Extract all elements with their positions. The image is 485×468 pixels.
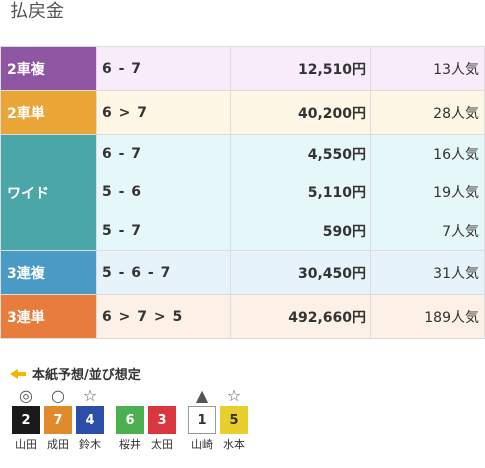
rider-number-badge: 5 xyxy=(220,406,248,434)
prediction-mark: ☆ xyxy=(82,386,98,405)
prediction-mark: ◎ xyxy=(19,386,33,405)
popularity: 13人気 xyxy=(370,46,485,91)
rider-number-badge: 6 xyxy=(116,406,144,434)
forecast-pick: 3 太田 xyxy=(148,386,176,452)
combination: 6 - 7 xyxy=(96,134,231,174)
bet-type-label: ワイド xyxy=(0,134,97,251)
rider-name: 鈴木 xyxy=(79,438,101,451)
rider-number-badge: 2 xyxy=(12,406,40,434)
payout-amount: 40,200円 xyxy=(230,90,371,135)
popularity: 19人気 xyxy=(370,173,485,212)
payout-amount: 4,550円 xyxy=(230,134,371,174)
combination: 6 - 7 xyxy=(96,46,231,91)
combination: 5 - 7 xyxy=(96,211,231,251)
payout-amount: 30,450円 xyxy=(230,250,371,295)
forecast-pick: 6 桜井 xyxy=(116,386,144,452)
forecast-pick: ☆ 5 水本 xyxy=(220,386,248,452)
forecast-group: ▲ 1 山崎 ☆ 5 水本 xyxy=(188,386,252,452)
rider-name: 桜井 xyxy=(119,438,141,451)
combination: 6 > 7 xyxy=(96,90,231,135)
forecast-pick: ○ 7 成田 xyxy=(44,386,72,452)
forecast-group: ◎ 2 山田 ○ 7 成田 ☆ 4 鈴木 xyxy=(12,386,108,452)
payout-row-2shatan: 2車単 6 > 7 40,200円 28人気 xyxy=(0,90,485,135)
forecast-group: 6 桜井 3 太田 xyxy=(116,386,180,452)
rider-number-badge: 1 xyxy=(188,406,216,434)
page-title: 払戻金 xyxy=(10,1,64,22)
popularity: 16人気 xyxy=(370,134,485,174)
bet-type-label: 2車単 xyxy=(0,90,97,135)
bet-type-label: 3連複 xyxy=(0,250,97,295)
popularity: 28人気 xyxy=(370,90,485,135)
forecast-pick: ◎ 2 山田 xyxy=(12,386,40,452)
rider-number-badge: 3 xyxy=(148,406,176,434)
forecast-heading: 本紙予想/並び想定 xyxy=(10,364,141,383)
payout-row-2shafuku: 2車複 6 - 7 12,510円 13人気 xyxy=(0,46,485,91)
popularity: 7人気 xyxy=(370,211,485,251)
payout-amount: 5,110円 xyxy=(230,173,371,212)
popularity: 31人気 xyxy=(370,250,485,295)
forecast-pick: ▲ 1 山崎 xyxy=(188,386,216,452)
bet-type-label: 3連単 xyxy=(0,294,97,339)
rider-name: 山田 xyxy=(15,438,37,451)
rider-number-badge: 7 xyxy=(44,406,72,434)
payout-row-wide: ワイド 6 - 7 4,550円 16人気 xyxy=(0,134,485,251)
arrow-left-icon xyxy=(10,368,18,379)
combination: 5 - 6 xyxy=(96,173,231,212)
popularity: 189人気 xyxy=(370,294,485,339)
bet-type-label: 2車複 xyxy=(0,46,97,91)
payout-row-3rentan: 3連単 6 > 7 > 5 492,660円 189人気 xyxy=(0,294,485,339)
rider-number-badge: 4 xyxy=(76,406,104,434)
prediction-mark: ▲ xyxy=(195,386,209,405)
prediction-mark: ○ xyxy=(51,386,65,405)
rider-name: 山崎 xyxy=(191,438,213,451)
combination: 6 > 7 > 5 xyxy=(96,294,231,339)
prediction-mark: ☆ xyxy=(226,386,242,405)
payout-amount: 492,660円 xyxy=(230,294,371,339)
arrow-tail xyxy=(18,371,26,376)
payout-row-3renpuku: 3連複 5 - 6 - 7 30,450円 31人気 xyxy=(0,250,485,295)
combination: 5 - 6 - 7 xyxy=(96,250,231,295)
forecast-pick: ☆ 4 鈴木 xyxy=(76,386,104,452)
payout-amount: 590円 xyxy=(230,211,371,251)
payout-table: 2車複 6 - 7 12,510円 13人気 2車単 6 > 7 40,200円… xyxy=(0,46,485,339)
rider-name: 水本 xyxy=(223,438,245,451)
rider-name: 成田 xyxy=(47,438,69,451)
forecast-heading-label: 本紙予想/並び想定 xyxy=(32,368,141,383)
payout-amount: 12,510円 xyxy=(230,46,371,91)
rider-name: 太田 xyxy=(151,438,173,451)
